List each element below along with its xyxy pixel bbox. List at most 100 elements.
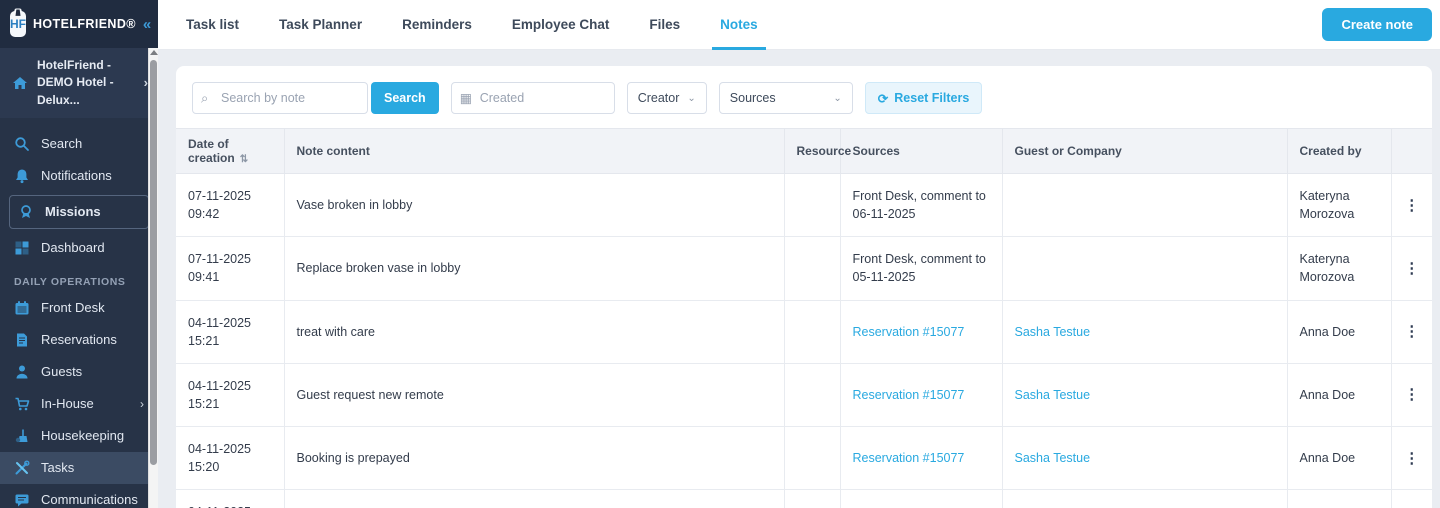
- notes-table-wrap: Date of creation ⇅ Note content Resource …: [176, 128, 1432, 508]
- search-input[interactable]: [192, 82, 368, 114]
- medal-icon: [18, 204, 34, 220]
- logo-bar: HF HOTELFRIEND® «: [0, 0, 158, 48]
- sidebar-item-notifications[interactable]: Notifications: [0, 160, 158, 192]
- create-note-button[interactable]: Create note: [1322, 8, 1432, 41]
- cell-source[interactable]: Reservation #15077: [839, 362, 1003, 428]
- cell-source: Front Desk, comment to 05-11-2025: [839, 236, 1003, 301]
- tab-task-planner[interactable]: Task Planner: [279, 0, 362, 50]
- cell-note-content: treat with care: [283, 299, 785, 364]
- table-body: 07-11-2025 09:42 Vase broken in lobby Fr…: [176, 172, 1432, 508]
- sidebar-nav: Search Notifications Missions Dashboard …: [0, 118, 158, 508]
- cell-date-of-creation: 04-11-2025 15:20: [176, 489, 285, 508]
- sidebar-item-label: Missions: [45, 204, 101, 220]
- reset-filters-label: Reset Filters: [894, 91, 970, 105]
- chevron-right-icon: ›: [140, 397, 144, 412]
- table-row: 04-11-2025 15:21 treat with care Reserva…: [176, 299, 1432, 364]
- sidebar-item-label: Notifications: [41, 168, 112, 184]
- notes-table: Date of creation ⇅ Note content Resource …: [176, 128, 1432, 508]
- sidebar-item-front-desk[interactable]: Front Desk: [0, 292, 158, 324]
- calendar-icon: [14, 300, 30, 316]
- row-actions-menu-icon[interactable]: ⋮: [1398, 451, 1427, 466]
- row-actions-menu-icon[interactable]: ⋮: [1398, 198, 1427, 213]
- cell-note-content: Gift card requested for Jerome James: [283, 489, 785, 508]
- sidebar-item-reservations[interactable]: Reservations: [0, 324, 158, 356]
- section-daily-operations: DAILY OPERATIONS: [14, 276, 126, 289]
- main-area: Task list Task Planner Reminders Employe…: [158, 0, 1440, 508]
- cell-date-of-creation: 04-11-2025 15:21: [176, 299, 285, 364]
- cell-resource: [783, 489, 841, 508]
- scrollbar-up-arrow-icon[interactable]: [150, 50, 158, 55]
- sidebar-item-missions[interactable]: Missions: [9, 195, 149, 230]
- sidebar-scrollbar[interactable]: [148, 48, 158, 508]
- cell-source[interactable]: Reservation #15077: [839, 299, 1003, 364]
- cell-resource: [783, 299, 841, 364]
- tab-notes[interactable]: Notes: [712, 0, 766, 50]
- sidebar-item-housekeeping[interactable]: Housekeeping: [0, 420, 158, 452]
- row-actions-menu-icon[interactable]: ⋮: [1398, 387, 1427, 402]
- sidebar-item-label: Search: [41, 136, 83, 152]
- dashboard-icon: [14, 240, 30, 256]
- cell-guest-or-company[interactable]: Sasha Testue: [1001, 425, 1288, 491]
- sidebar-item-label: Communications: [41, 492, 138, 508]
- table-row: 04-11-2025 15:20 Gift card requested for…: [176, 489, 1432, 508]
- tab-files[interactable]: Files: [649, 0, 680, 50]
- header-date-of-creation[interactable]: Date of creation ⇅: [176, 128, 285, 174]
- sidebar-item-communications[interactable]: Communications ›: [0, 484, 158, 508]
- cell-created-by: Anna Doe: [1286, 362, 1392, 428]
- cell-created-by: Kateryna Morozova: [1286, 236, 1392, 301]
- cell-guest-or-company[interactable]: Sasha Testue: [1001, 362, 1288, 428]
- search-icon: ⌕: [201, 90, 209, 106]
- brand-name: HOTELFRIEND®: [33, 17, 136, 31]
- tab-employee-chat[interactable]: Employee Chat: [512, 0, 610, 50]
- hotel-selector[interactable]: HotelFriend - DEMO Hotel - Delux... ›: [0, 48, 158, 119]
- cell-guest-or-company[interactable]: Sasha Testue: [1001, 299, 1288, 364]
- person-icon: [14, 364, 30, 380]
- filter-bar: ⌕ Search ▦ Creator ⌄ Sources ⌄: [176, 82, 1432, 128]
- cell-guest-or-company[interactable]: Sasha Testue: [1001, 489, 1288, 508]
- search-button[interactable]: Search: [371, 82, 439, 114]
- hotel-name: HotelFriend - DEMO Hotel - Delux...: [37, 58, 114, 107]
- chat-icon: [14, 492, 30, 508]
- sidebar-item-guests[interactable]: Guests: [0, 356, 158, 388]
- search-icon: [14, 136, 30, 152]
- search-input-wrap: ⌕: [192, 82, 368, 114]
- broom-icon: [14, 428, 30, 444]
- sources-dropdown-label: Sources: [729, 91, 776, 105]
- header-resource: Resource: [783, 128, 851, 174]
- creator-dropdown[interactable]: Creator ⌄: [626, 82, 707, 114]
- cell-source[interactable]: Reservation #15077: [839, 489, 1003, 508]
- created-date-input[interactable]: [450, 82, 615, 114]
- notes-panel: ⌕ Search ▦ Creator ⌄ Sources ⌄: [176, 66, 1432, 508]
- sidebar-item-dashboard[interactable]: Dashboard: [0, 232, 158, 264]
- document-icon: [14, 332, 30, 348]
- tab-reminders[interactable]: Reminders: [402, 0, 472, 50]
- tab-task-list[interactable]: Task list: [186, 0, 239, 50]
- cell-source[interactable]: Reservation #15077: [839, 425, 1003, 491]
- content-area: ⌕ Search ▦ Creator ⌄ Sources ⌄: [158, 50, 1440, 508]
- sidebar-item-label: Guests: [41, 364, 83, 380]
- sidebar-item-search[interactable]: Search: [0, 128, 158, 160]
- reset-filters-button[interactable]: ⟳ Reset Filters: [864, 82, 983, 114]
- cell-created-by: Anna Doe: [1286, 299, 1392, 364]
- sidebar-item-tasks[interactable]: Tasks: [0, 452, 158, 485]
- sources-dropdown[interactable]: Sources ⌄: [718, 82, 853, 114]
- cell-note-content: Booking is prepayed: [283, 425, 785, 491]
- row-actions-menu-icon[interactable]: ⋮: [1398, 324, 1427, 339]
- sidebar-item-label: Dashboard: [41, 240, 105, 256]
- header-actions: [1390, 128, 1432, 174]
- table-row: 04-11-2025 15:21 Guest request new remot…: [176, 362, 1432, 428]
- sidebar-collapse-icon[interactable]: «: [143, 16, 151, 33]
- home-icon: [12, 75, 28, 91]
- cell-date-of-creation: 07-11-2025 09:42: [176, 172, 285, 238]
- sort-icon[interactable]: ⇅: [240, 154, 248, 165]
- sidebar-item-in-house[interactable]: In-House ›: [0, 388, 158, 420]
- header-guest-or-company: Guest or Company: [1001, 128, 1288, 174]
- cell-source: Front Desk, comment to 06-11-2025: [839, 172, 1003, 238]
- table-row: 07-11-2025 09:41 Replace broken vase in …: [176, 236, 1432, 301]
- creator-dropdown-label: Creator: [637, 91, 680, 105]
- cell-created-by: Kateryna Morozova: [1286, 172, 1392, 238]
- row-actions-menu-icon[interactable]: ⋮: [1398, 261, 1427, 276]
- sidebar-item-label: Housekeeping: [41, 428, 125, 444]
- scrollbar-thumb[interactable]: [150, 60, 157, 465]
- cell-note-content: Vase broken in lobby: [283, 172, 785, 238]
